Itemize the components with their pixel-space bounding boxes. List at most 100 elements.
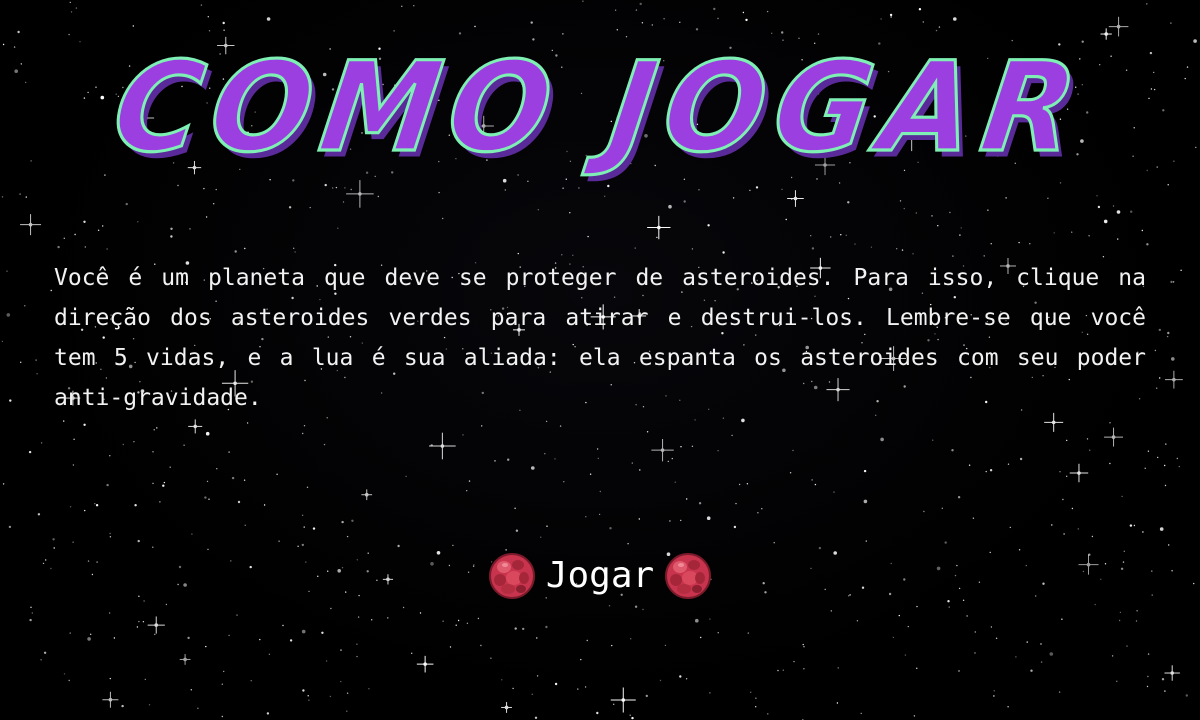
- star: [1195, 146, 1197, 149]
- play-button[interactable]: Jogar: [480, 548, 720, 604]
- star: [387, 617, 389, 619]
- star: [749, 189, 751, 192]
- star: [616, 29, 618, 31]
- star: [983, 255, 985, 257]
- instructions-text: Você é um planeta que deve se proteger d…: [54, 265, 1146, 411]
- star: [577, 688, 579, 690]
- star: [989, 551, 991, 554]
- star: [501, 679, 503, 681]
- star: [442, 620, 444, 622]
- star: [880, 437, 884, 442]
- star: [1178, 465, 1181, 468]
- star: [153, 429, 155, 431]
- star: [1077, 528, 1080, 530]
- star: [608, 605, 611, 607]
- sparkle-star: [1078, 554, 1099, 575]
- star: [204, 496, 207, 499]
- star: [1136, 610, 1138, 612]
- sparkle-star: [1100, 28, 1112, 40]
- star: [559, 425, 562, 427]
- star: [307, 695, 309, 697]
- star: [43, 651, 47, 654]
- star: [109, 536, 112, 538]
- star: [1185, 694, 1189, 697]
- star: [102, 225, 104, 227]
- star: [680, 446, 682, 448]
- star: [504, 189, 506, 191]
- star: [811, 479, 813, 481]
- star: [397, 544, 400, 548]
- star: [1005, 197, 1007, 199]
- star: [148, 704, 151, 706]
- star: [546, 525, 548, 527]
- star: [629, 714, 631, 716]
- star: [836, 702, 839, 704]
- star: [554, 458, 556, 460]
- star: [1, 340, 4, 343]
- star: [1042, 582, 1045, 585]
- star: [72, 464, 75, 466]
- star: [802, 643, 804, 646]
- star: [937, 225, 939, 227]
- star: [848, 595, 850, 597]
- star: [634, 605, 638, 608]
- star: [899, 200, 902, 202]
- star: [1146, 3, 1148, 5]
- star: [480, 644, 482, 647]
- star: [1158, 328, 1162, 332]
- star: [223, 29, 225, 31]
- star: [540, 536, 542, 538]
- star: [143, 600, 145, 602]
- star: [1071, 507, 1074, 510]
- star: [462, 434, 464, 436]
- star: [890, 562, 892, 565]
- star: [659, 679, 662, 682]
- star: [517, 252, 519, 255]
- star: [833, 491, 835, 493]
- star: [477, 617, 480, 620]
- star: [755, 186, 759, 189]
- star: [206, 480, 209, 483]
- star: [717, 450, 719, 452]
- star: [341, 520, 344, 524]
- star: [169, 466, 171, 468]
- star: [341, 567, 344, 569]
- star: [162, 484, 165, 487]
- star: [713, 7, 716, 11]
- star: [159, 501, 161, 503]
- star: [700, 636, 702, 639]
- star: [490, 657, 492, 659]
- star: [221, 715, 223, 718]
- star: [109, 455, 111, 457]
- star: [916, 605, 918, 608]
- star: [156, 427, 158, 429]
- star: [1053, 232, 1055, 234]
- star: [494, 460, 496, 462]
- star: [163, 481, 166, 484]
- star: [870, 246, 873, 248]
- star: [1059, 471, 1061, 473]
- star: [1170, 280, 1173, 284]
- star: [960, 227, 962, 229]
- star: [63, 237, 65, 239]
- star: [366, 570, 369, 573]
- star: [191, 533, 193, 535]
- star: [19, 193, 21, 195]
- star: [122, 443, 125, 446]
- star: [634, 247, 636, 249]
- star: [457, 619, 460, 622]
- star: [1159, 527, 1164, 531]
- sparkle-star: [787, 190, 804, 207]
- star: [695, 28, 699, 31]
- star: [268, 653, 271, 655]
- star: [641, 22, 644, 24]
- star: [83, 220, 86, 223]
- star: [308, 590, 310, 593]
- star: [761, 508, 763, 510]
- star: [732, 197, 735, 199]
- star: [562, 187, 564, 189]
- star: [1040, 643, 1042, 645]
- star: [244, 247, 246, 250]
- star: [1025, 564, 1028, 567]
- star: [1063, 533, 1065, 535]
